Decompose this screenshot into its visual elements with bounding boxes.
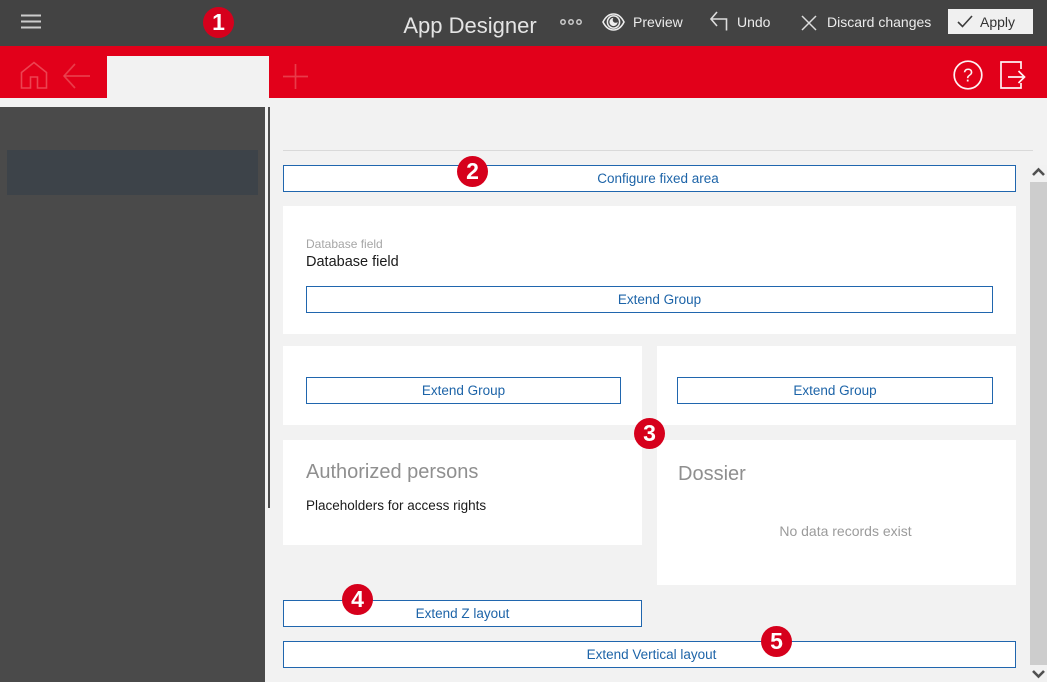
svg-text:?: ? bbox=[963, 66, 973, 86]
